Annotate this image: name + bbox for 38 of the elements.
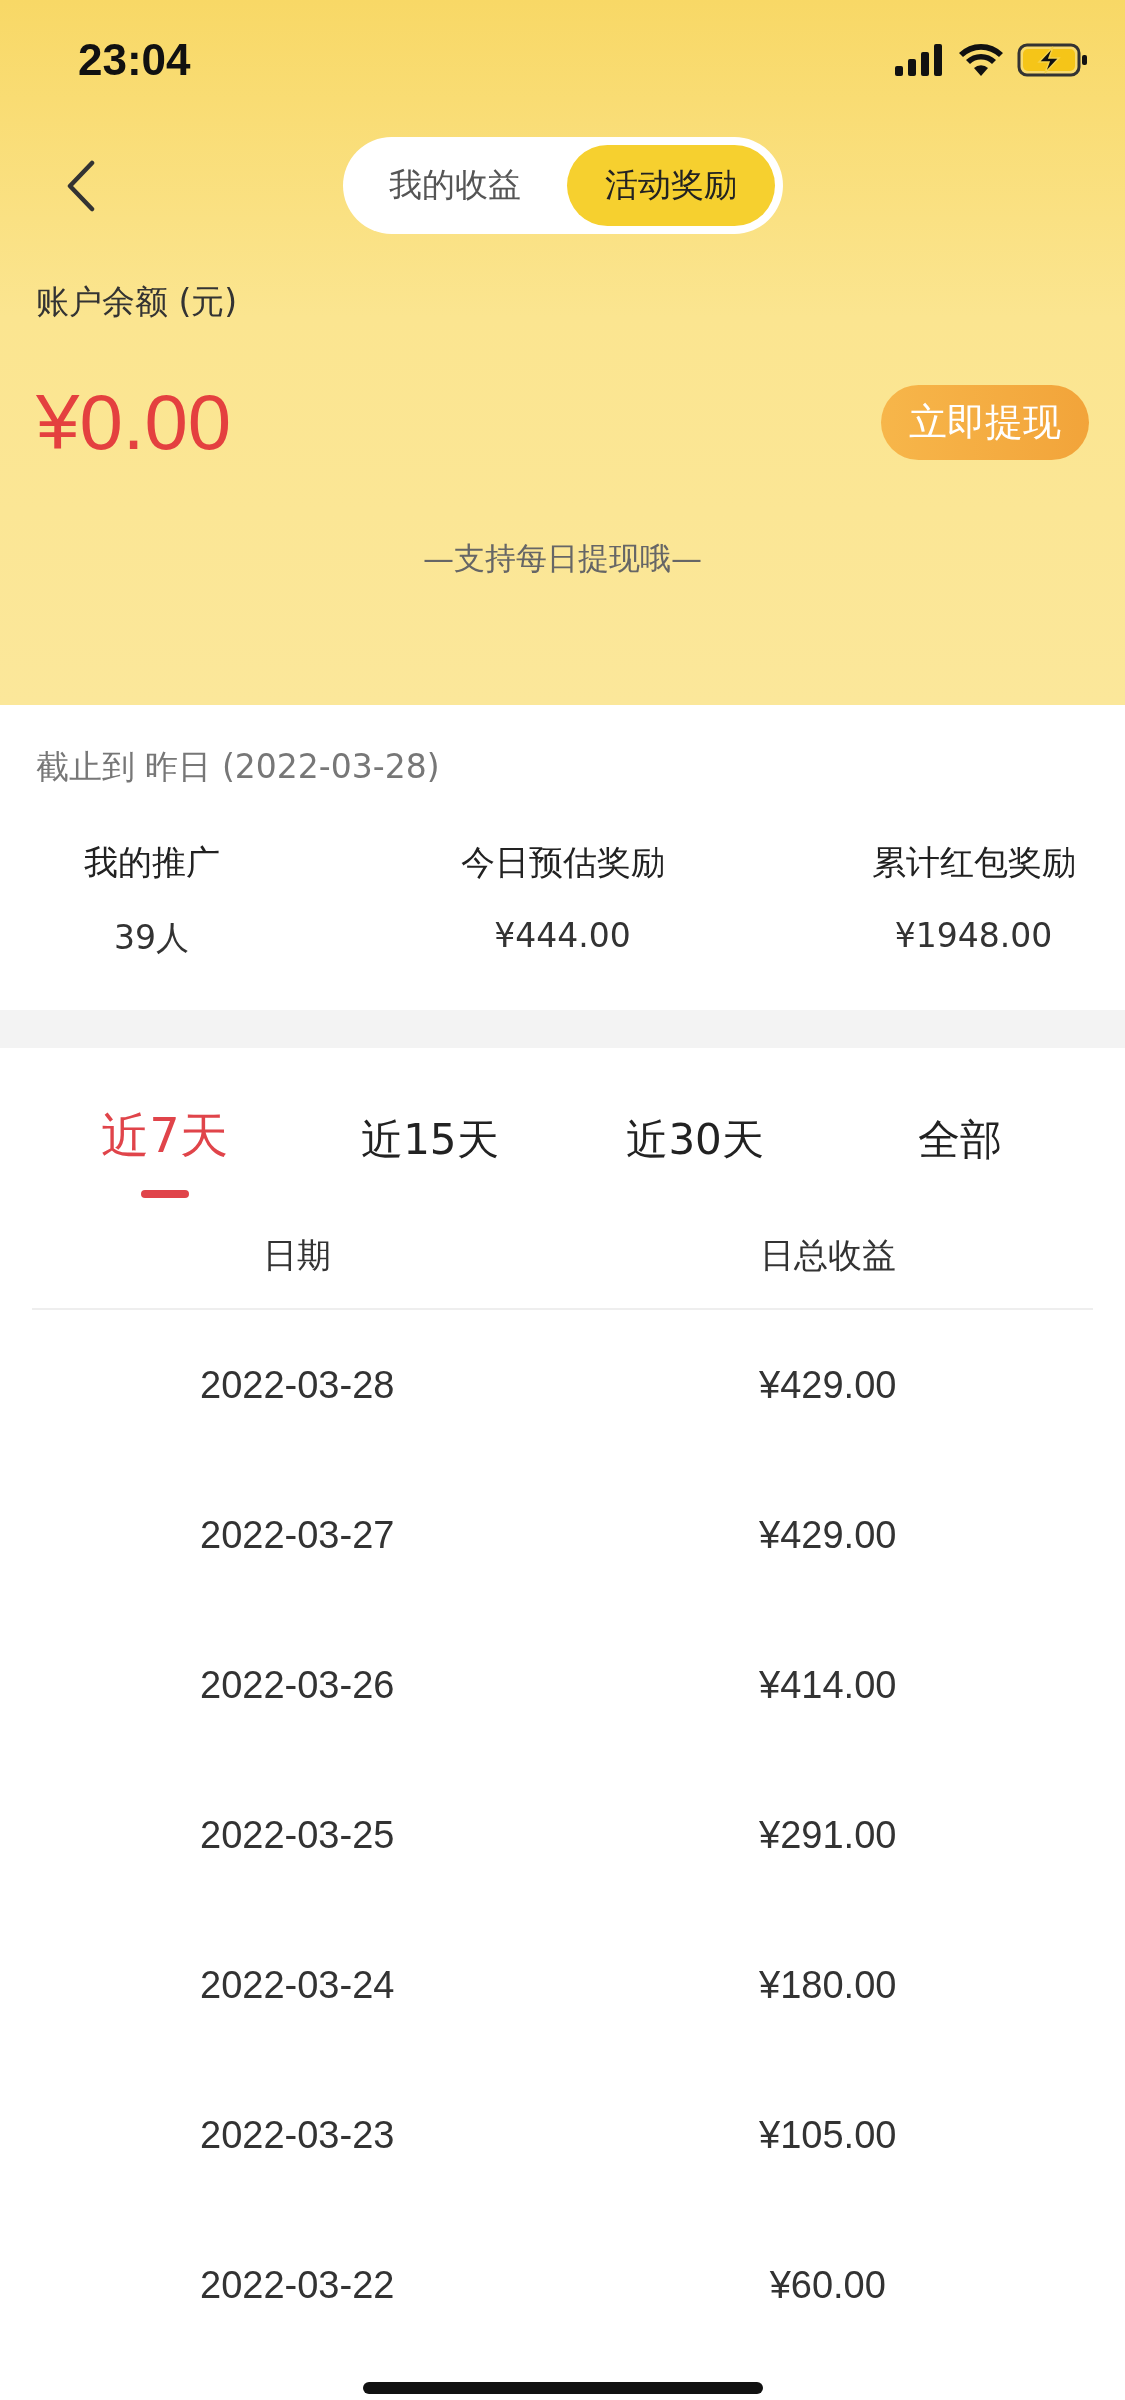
stat-value: 39人 bbox=[114, 917, 189, 959]
column-header: 日期 bbox=[262, 1233, 333, 1277]
stat-label: 累计红包奖励 bbox=[871, 841, 1076, 884]
back-icon[interactable] bbox=[66, 160, 96, 212]
table-cell-text: ¥180.00 bbox=[758, 1963, 898, 2007]
table-cell-text: ¥291.00 bbox=[758, 1813, 898, 1857]
period-tab[interactable]: 近30天 bbox=[626, 1112, 764, 1168]
table-cell-text: 2022-03-24 bbox=[199, 1963, 396, 2007]
status-time: 23:04 bbox=[78, 35, 191, 85]
table-cell-text: ¥429.00 bbox=[758, 1513, 898, 1557]
table-cell-text: ¥414.00 bbox=[758, 1663, 898, 1707]
segment-tab[interactable]: 活动奖励 bbox=[566, 144, 775, 226]
withdraw-note: —支持每日提现哦— bbox=[422, 539, 703, 578]
table-cell-text: 2022-03-23 bbox=[199, 2113, 396, 2157]
table-cell-text: 2022-03-27 bbox=[199, 1513, 396, 1557]
column-header: 日总收益 bbox=[758, 1233, 897, 1277]
tab-indicator bbox=[140, 1190, 189, 1198]
period-tab[interactable]: 近7天 bbox=[101, 1104, 228, 1168]
wifi-icon bbox=[959, 44, 1003, 76]
balance-label: 账户余额 (元) bbox=[36, 281, 239, 323]
table-cell-text: ¥429.00 bbox=[758, 1363, 898, 1407]
battery-charging-icon bbox=[1017, 43, 1089, 77]
signal-icon bbox=[895, 44, 945, 76]
period-tab[interactable]: 近15天 bbox=[361, 1112, 499, 1168]
period-tab[interactable]: 全部 bbox=[918, 1112, 1003, 1168]
table-cell-text: 2022-03-26 bbox=[199, 1663, 396, 1707]
table-cell-text: ¥105.00 bbox=[758, 2113, 898, 2157]
stat-value: ¥1948.00 bbox=[894, 916, 1053, 955]
balance-amount: ¥0.00 bbox=[36, 377, 232, 468]
table-cell-text: 2022-03-25 bbox=[199, 1813, 396, 1857]
stat-label: 我的推广 bbox=[83, 841, 220, 884]
table-cell-text: 2022-03-22 bbox=[199, 2263, 396, 2307]
table-cell-text: 2022-03-28 bbox=[199, 1363, 396, 1407]
table-cell-text: ¥60.00 bbox=[768, 2263, 887, 2307]
stat-value: ¥444.00 bbox=[494, 916, 631, 955]
stat-label: 今日预估奖励 bbox=[460, 841, 665, 884]
as-of-date: 截止到 昨日 (2022-03-28) bbox=[36, 746, 441, 788]
segment-tab[interactable]: 我的收益 bbox=[350, 144, 559, 226]
